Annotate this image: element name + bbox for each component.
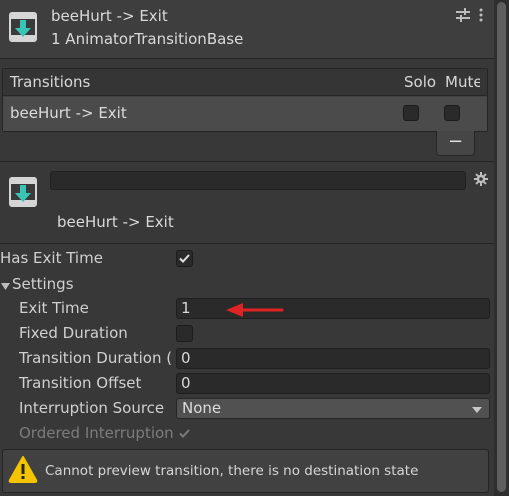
chevron-down-icon — [472, 407, 482, 413]
ordered-interruption-label: Ordered Interruption — [19, 424, 174, 442]
scrollbar-thumb[interactable] — [497, 2, 506, 492]
transition-offset-field[interactable]: 0 — [176, 373, 490, 394]
presets-icon[interactable] — [456, 8, 470, 22]
transition-duration-label: Transition Duration ( — [19, 349, 173, 367]
header-divider — [0, 58, 494, 59]
gear-icon[interactable] — [474, 172, 488, 186]
transition-offset-label: Transition Offset — [19, 374, 142, 392]
section-divider — [0, 161, 494, 162]
inspector-title: beeHurt -> Exit — [51, 7, 168, 25]
properties-divider — [0, 243, 494, 244]
checkmark-icon — [179, 254, 190, 263]
has-exit-time-checkbox[interactable] — [176, 250, 193, 267]
annotation-arrow-icon — [226, 302, 284, 322]
transition-icon — [9, 177, 37, 209]
kebab-menu-icon[interactable] — [478, 8, 484, 22]
inspector-subtitle: 1 AnimatorTransitionBase — [51, 30, 244, 48]
solo-checkbox[interactable] — [403, 105, 419, 121]
checkmark-icon — [179, 429, 190, 438]
warning-text: Cannot preview transition, there is no d… — [45, 463, 419, 479]
transition-duration-field[interactable]: 0 — [176, 348, 490, 369]
warning-icon — [8, 455, 38, 487]
interruption-source-value: None — [182, 399, 222, 417]
exit-time-field[interactable]: 1 — [176, 298, 490, 319]
solo-column-label: Solo — [404, 73, 437, 91]
remove-transition-button[interactable]: − — [436, 131, 475, 156]
interruption-source-label: Interruption Source — [19, 399, 165, 417]
settings-foldout-label[interactable]: Settings — [12, 275, 74, 293]
interruption-source-dropdown[interactable]: None — [176, 398, 490, 419]
mute-checkbox[interactable] — [444, 105, 460, 121]
mute-column-label: Mute — [445, 73, 480, 91]
fixed-duration-checkbox[interactable] — [176, 325, 193, 342]
has-exit-time-label: Has Exit Time — [0, 249, 103, 267]
exit-time-label: Exit Time — [19, 299, 89, 317]
transitions-column-label: Transitions — [10, 73, 91, 91]
settings-foldout-arrow-icon[interactable] — [1, 279, 10, 295]
transition-name-field[interactable] — [50, 171, 466, 190]
ordered-interruption-checkbox — [176, 425, 193, 442]
fixed-duration-label: Fixed Duration — [19, 324, 128, 342]
transition-title: beeHurt -> Exit — [57, 213, 174, 231]
transition-asset-icon — [9, 12, 37, 44]
transition-row-label: beeHurt -> Exit — [10, 104, 127, 122]
